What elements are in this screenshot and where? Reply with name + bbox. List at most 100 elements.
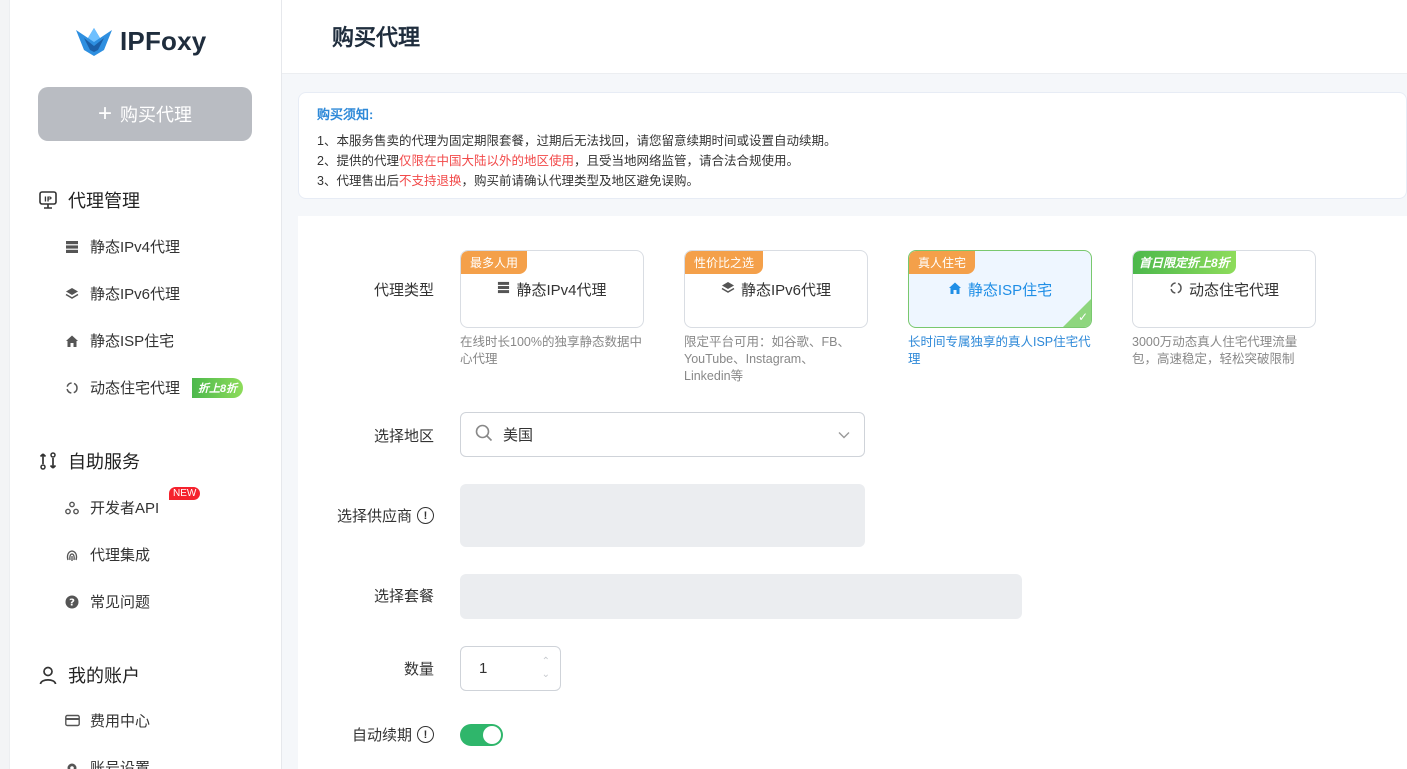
notice-line-3: 3、代理售出后不支持退换，购买前请确认代理类型及地区避免误购。: [317, 171, 1388, 191]
proxy-type-card-static-ipv6[interactable]: 性价比之选 静态IPv6代理: [684, 250, 868, 328]
sidebar-item-label: 费用中心: [90, 713, 151, 730]
checkmark-icon: ✓: [1077, 310, 1088, 324]
brand-logo[interactable]: IPFoxy: [74, 24, 206, 58]
quantity-stepper[interactable]: 1 ⌃ ⌄: [460, 646, 561, 691]
page-header: 购买代理: [282, 0, 1407, 74]
sidebar: IPFoxy + 购买代理 IP 代理管理 静态IPv4代理 静态IPv6代理 …: [0, 0, 282, 769]
info-icon[interactable]: !: [417, 726, 434, 743]
nav-group-proxy-management[interactable]: IP 代理管理: [38, 187, 140, 213]
sidebar-item-faq[interactable]: ? 常见问题: [64, 591, 150, 612]
sidebar-item-label: 静态ISP住宅: [90, 333, 175, 350]
refresh-icon: [1169, 281, 1183, 299]
quantity-label: 数量: [403, 661, 434, 678]
notice-highlight: 不支持退换: [398, 174, 462, 188]
notice-line-1: 1、本服务售卖的代理为固定期限套餐，过期后无法找回，请您留意续期时间或设置自动续…: [317, 134, 837, 148]
chevron-down-icon: [838, 428, 850, 442]
layers-icon: [721, 281, 735, 299]
proxy-type-card-static-ipv4[interactable]: 最多人用 静态IPv4代理: [460, 250, 644, 328]
gear-icon: [64, 760, 80, 769]
server-icon: [64, 239, 80, 255]
sidebar-item-label: 静态IPv4代理: [90, 239, 181, 256]
proxy-type-card-dynamic-residential[interactable]: 首日限定折上8折 动态住宅代理: [1132, 250, 1316, 328]
card-description: 在线时长100%的独享静态数据中心代理: [460, 335, 642, 366]
card-description: 长时间专属独享的真人ISP住宅代理: [908, 335, 1091, 366]
package-select[interactable]: [460, 574, 1022, 619]
region-label: 选择地区: [373, 428, 434, 445]
nav-group-my-account[interactable]: 我的账户: [38, 662, 140, 688]
user-icon: [38, 665, 58, 685]
svg-text:IP: IP: [44, 196, 52, 204]
region-value: 美国: [503, 427, 534, 444]
nav-group-label: 我的账户: [68, 666, 140, 686]
card-title-row: 静态ISP住宅: [909, 279, 1091, 300]
sidebar-item-label: 常见问题: [90, 594, 151, 611]
home-icon: [64, 333, 80, 349]
notice-highlight: 仅限在中国大陆以外的地区使用: [398, 154, 574, 168]
auto-renew-label: 自动续期 !: [298, 724, 434, 745]
server-icon: [497, 281, 510, 298]
quantity-value: 1: [479, 660, 488, 677]
sidebar-item-dynamic-residential[interactable]: 动态住宅代理 折上8折: [64, 377, 244, 398]
region-select[interactable]: 美国: [460, 412, 865, 457]
ip-icon: IP: [38, 190, 58, 210]
card-description: 3000万动态真人住宅代理流量包，高速稳定，轻松突破限制: [1132, 335, 1298, 366]
nav-group-label: 代理管理: [68, 191, 140, 211]
chevron-down-icon[interactable]: ⌄: [542, 668, 550, 681]
fingerprint-icon: [64, 547, 80, 563]
notice-text: 2、提供的代理: [317, 154, 399, 168]
buy-proxy-button[interactable]: + 购买代理: [38, 87, 252, 141]
sidebar-item-label: 静态IPv6代理: [90, 286, 181, 303]
window-edge: [0, 0, 10, 769]
brand-name: IPFoxy: [120, 25, 207, 56]
sidebar-item-label: 代理集成: [90, 547, 151, 564]
sidebar-item-static-ipv6[interactable]: 静态IPv6代理: [64, 283, 180, 304]
plus-icon: +: [97, 100, 112, 127]
chevron-up-icon[interactable]: ⌃: [542, 655, 550, 668]
card-title-row: 动态住宅代理: [1133, 279, 1315, 300]
sync-icon: [38, 451, 58, 471]
card-tag: 真人住宅: [909, 251, 976, 274]
card-title-row: 静态IPv6代理: [685, 279, 867, 300]
sidebar-item-developer-api[interactable]: 开发者API NEW: [64, 487, 201, 518]
stepper-arrows: ⌃ ⌄: [542, 655, 550, 681]
page-title: 购买代理: [332, 25, 421, 50]
notice-text: ，购买前请确认代理类型及地区避免误购。: [461, 174, 699, 188]
supplier-label-text: 选择供应商: [336, 508, 412, 525]
card-title: 静态IPv4代理: [516, 282, 607, 299]
svg-text:?: ?: [69, 597, 75, 608]
card-tag: 性价比之选: [685, 251, 764, 274]
nav-group-label: 自助服务: [68, 452, 140, 472]
sidebar-item-label: 动态住宅代理: [90, 380, 181, 397]
sidebar-item-integration[interactable]: 代理集成: [64, 544, 150, 565]
notice-line-2: 2、提供的代理仅限在中国大陆以外的地区使用，且受当地网络监管，请合法合规使用。: [317, 151, 1388, 171]
promo-badge: 折上8折: [192, 377, 244, 398]
sidebar-item-static-ipv4[interactable]: 静态IPv4代理: [64, 236, 180, 257]
toggle-knob: [483, 726, 501, 744]
nav-group-self-service[interactable]: 自助服务: [38, 448, 140, 474]
proxy-type-card-static-isp[interactable]: 真人住宅 静态ISP住宅 ✓: [908, 250, 1092, 328]
purchase-notice: 购买须知: 1、本服务售卖的代理为固定期限套餐，过期后无法找回，请您留意续期时间…: [298, 92, 1407, 199]
sidebar-item-account-settings[interactable]: 账号设置: [64, 757, 150, 769]
refresh-icon: [64, 380, 80, 396]
auto-renew-label-text: 自动续期: [351, 727, 412, 744]
sidebar-item-label: 账号设置: [90, 760, 151, 769]
notice-text: ，且受当地网络监管，请合法合规使用。: [573, 154, 799, 168]
webhook-icon: [64, 500, 80, 516]
sidebar-item-label: 开发者API: [90, 500, 160, 517]
sidebar-item-static-isp[interactable]: 静态ISP住宅: [64, 330, 174, 351]
card-title: 静态IPv6代理: [740, 282, 831, 299]
card-tag: 最多人用: [461, 251, 528, 274]
layers-icon: [64, 286, 80, 302]
auto-renew-toggle[interactable]: [460, 724, 503, 746]
card-tag: 首日限定折上8折: [1133, 251, 1236, 274]
fox-logo-icon: [76, 28, 112, 56]
info-icon[interactable]: !: [417, 507, 434, 524]
supplier-select[interactable]: [460, 484, 865, 547]
card-title: 动态住宅代理: [1188, 282, 1279, 299]
home-icon: [948, 281, 962, 299]
sidebar-item-billing[interactable]: 费用中心: [64, 710, 150, 731]
new-badge: NEW: [169, 487, 201, 500]
purchase-form: 代理类型 最多人用 静态IPv4代理 在线时长100%的独享静态数据中心代理 性…: [298, 216, 1407, 769]
question-icon: ?: [64, 594, 80, 610]
search-icon: [475, 424, 493, 446]
